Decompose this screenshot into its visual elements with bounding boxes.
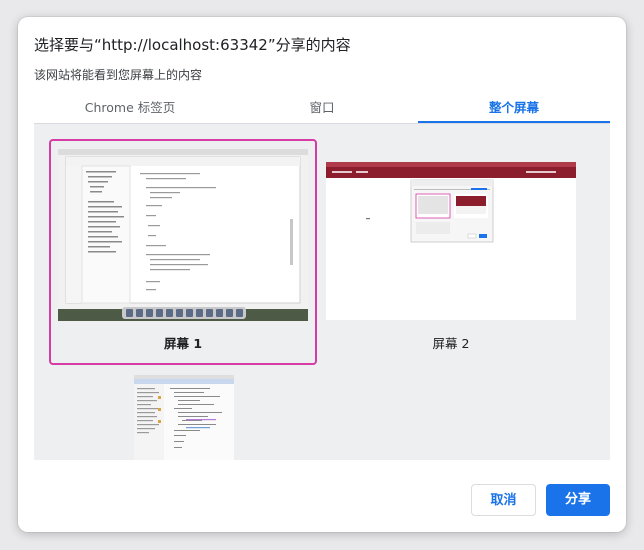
dialog-title: 选择要与“http://localhost:63342”分享的内容 bbox=[34, 36, 351, 54]
screen-1-thumbnail bbox=[58, 149, 308, 321]
screen-2-thumbnail bbox=[326, 162, 576, 320]
tab-entire-screen[interactable]: 整个屏幕 bbox=[418, 95, 610, 123]
tab-label: Chrome 标签页 bbox=[84, 100, 176, 115]
tab-label: 整个屏幕 bbox=[488, 100, 539, 115]
cancel-button[interactable]: 取消 bbox=[471, 484, 536, 516]
screen-2-label: 屏幕 2 bbox=[432, 336, 470, 351]
screen-3-preview bbox=[134, 375, 234, 460]
share-button[interactable]: 分享 bbox=[546, 484, 610, 516]
dialog-subtitle: 该网站将能看到您屏幕上的内容 bbox=[34, 68, 203, 82]
tab-window[interactable]: 窗口 bbox=[226, 95, 418, 121]
screen-3-thumbnail bbox=[134, 375, 234, 460]
screen-1-label: 屏幕 1 bbox=[163, 336, 203, 351]
screen-option-3[interactable] bbox=[126, 370, 242, 460]
screen-option-1[interactable]: 屏幕 1 bbox=[49, 139, 317, 365]
tab-indicator bbox=[418, 121, 610, 123]
tab-label: 窗口 bbox=[309, 100, 335, 115]
tab-chrome-tabs[interactable]: Chrome 标签页 bbox=[34, 95, 226, 121]
source-tabs: Chrome 标签页 窗口 整个屏幕 bbox=[34, 95, 610, 124]
dialog-footer: 取消 分享 bbox=[18, 460, 626, 532]
screen-2-preview bbox=[326, 162, 576, 320]
share-screen-dialog: 选择要与“http://localhost:63342”分享的内容 该网站将能看… bbox=[18, 17, 626, 532]
screen-1-preview bbox=[58, 149, 308, 319]
screen-list: 屏幕 1 屏幕 2 bbox=[34, 124, 610, 460]
screen-option-2[interactable]: 屏幕 2 bbox=[317, 139, 585, 365]
